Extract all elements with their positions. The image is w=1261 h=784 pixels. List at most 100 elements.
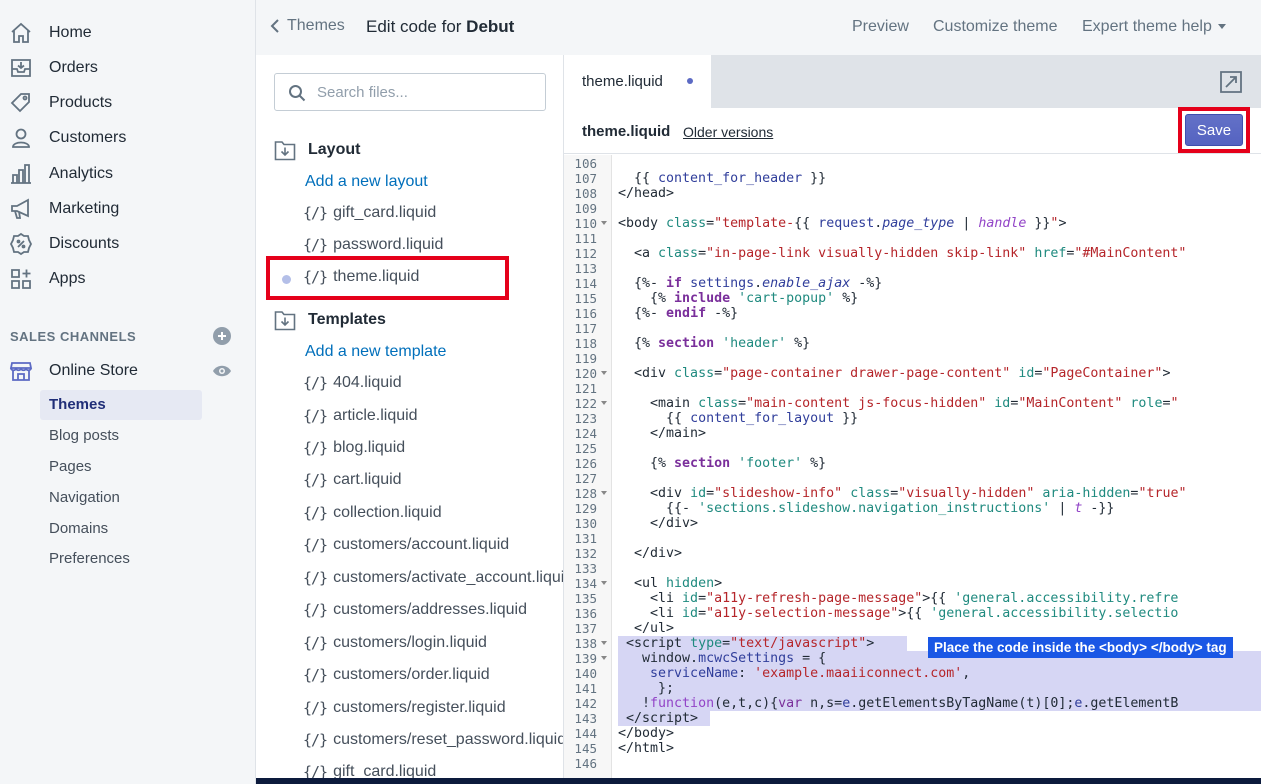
- code-text: </body>: [618, 726, 675, 741]
- code-line: 107 {{ content_for_header }}: [564, 171, 1261, 186]
- file-item[interactable]: {/} blog.liquid: [303, 439, 405, 457]
- fold-arrow-icon[interactable]: [601, 221, 607, 225]
- line-number: 109: [574, 201, 597, 216]
- code-line: 130 </div>: [564, 516, 1261, 531]
- line-number: 124: [574, 426, 597, 441]
- code-line: 109: [564, 201, 1261, 216]
- subnav-pages[interactable]: Pages: [40, 452, 202, 482]
- line-number: 135: [574, 591, 597, 606]
- file-item-label: customers/reset_password.liquid: [333, 731, 564, 748]
- line-number: 118: [574, 336, 597, 351]
- search-files-input[interactable]: [317, 82, 537, 102]
- file-item[interactable]: {/} 404.liquid: [303, 374, 402, 392]
- expert-theme-help-link[interactable]: Expert theme help: [1082, 18, 1212, 36]
- add-new-layout-link[interactable]: Add a new layout: [305, 173, 428, 191]
- eye-icon[interactable]: [212, 363, 232, 379]
- nav-discounts[interactable]: Discounts: [0, 227, 256, 261]
- code-line: 123 {{ content_for_layout }}: [564, 411, 1261, 426]
- nav-customers-label: Customers: [49, 129, 127, 146]
- line-number: 112: [574, 246, 597, 261]
- fold-arrow-icon[interactable]: [601, 371, 607, 375]
- nav-marketing[interactable]: Marketing: [0, 192, 256, 226]
- customize-theme-link[interactable]: Customize theme: [933, 18, 1058, 36]
- nav-apps-label: Apps: [49, 270, 86, 287]
- code-text: {%- if settings.enable_ajax -%}: [618, 276, 883, 291]
- code-text: <script type="text/javascript">: [618, 636, 875, 651]
- subnav-themes[interactable]: Themes: [40, 390, 202, 420]
- code-text: serviceName: 'example.maaiiconnect.com',: [650, 666, 971, 681]
- nav-analytics[interactable]: Analytics: [0, 157, 256, 191]
- fold-arrow-icon[interactable]: [601, 656, 607, 660]
- nav-discounts-label: Discounts: [49, 235, 120, 252]
- code-line: 145 </html>: [564, 741, 1261, 756]
- line-number: 130: [574, 516, 597, 531]
- file-item[interactable]: {/} cart.liquid: [303, 471, 402, 489]
- file-item[interactable]: {/} customers/addresses.liquid: [303, 601, 527, 619]
- file-item[interactable]: {/} gift_card.liquid: [303, 204, 436, 222]
- tab-theme-liquid[interactable]: theme.liquid: [564, 55, 711, 108]
- line-number: 131: [574, 531, 597, 546]
- file-item[interactable]: {/} password.liquid: [303, 236, 443, 254]
- file-item[interactable]: {/} customers/activate_account.liquid: [303, 569, 563, 587]
- code-line: 144 </body>: [564, 726, 1261, 741]
- megaphone-icon: [11, 198, 29, 219]
- code-line: 124 </main>: [564, 426, 1261, 441]
- code-text: {% section 'footer' %}: [618, 456, 827, 471]
- instruction-callout: Place the code inside the <body> </body>…: [928, 637, 1233, 658]
- highlight-box-save: [1178, 107, 1250, 153]
- line-number: 133: [574, 561, 597, 576]
- fold-arrow-icon[interactable]: [601, 401, 607, 405]
- file-item[interactable]: {/} customers/reset_password.liquid: [303, 731, 564, 749]
- code-text: <div id="slideshow-info" class="visually…: [618, 486, 1187, 501]
- code-text: <li id="a11y-selection-message">{{ 'gene…: [618, 606, 1179, 621]
- file-item[interactable]: {/} collection.liquid: [303, 504, 442, 522]
- code-line: 135 <li id="a11y-refresh-page-message">{…: [564, 591, 1261, 606]
- file-item-label: gift_card.liquid: [333, 204, 437, 221]
- code-text: </div>: [618, 546, 683, 561]
- subnav-blog-posts[interactable]: Blog posts: [40, 421, 202, 451]
- chevron-down-icon[interactable]: [1218, 24, 1226, 29]
- code-line: 136 <li id="a11y-selection-message">{{ '…: [564, 606, 1261, 621]
- code-text: </ul>: [618, 621, 675, 636]
- subnav-domains[interactable]: Domains: [40, 514, 202, 544]
- file-browser-panel: Layout Add a new layout {/} gift_card.liq…: [256, 55, 564, 784]
- fold-arrow-icon[interactable]: [601, 581, 607, 585]
- file-item[interactable]: {/} customers/order.liquid: [303, 666, 490, 684]
- file-item-label: customers/login.liquid: [333, 634, 487, 651]
- code-text: <a class="in-page-link visually-hidden s…: [618, 246, 1187, 261]
- file-item[interactable]: {/} customers/register.liquid: [303, 699, 506, 717]
- line-number: 106: [574, 156, 597, 171]
- file-item[interactable]: {/} article.liquid: [303, 407, 418, 425]
- older-versions-link[interactable]: Older versions: [683, 124, 773, 140]
- code-text: </script>: [618, 711, 699, 726]
- file-item[interactable]: {/} customers/account.liquid: [303, 536, 509, 554]
- layout-folder[interactable]: Layout: [274, 139, 360, 161]
- code-area[interactable]: 106 107 {{ content_for_header }} 108 </he…: [564, 155, 1261, 784]
- code-text: {% include 'cart-popup' %}: [618, 291, 859, 306]
- expand-icon[interactable]: [1220, 71, 1242, 93]
- nav-apps[interactable]: Apps: [0, 262, 256, 296]
- add-channel-plus-icon[interactable]: [213, 327, 231, 345]
- nav-home[interactable]: Home: [0, 16, 256, 50]
- preview-link[interactable]: Preview: [852, 18, 909, 36]
- code-line: 137 </ul>: [564, 621, 1261, 636]
- page-title-prefix: Edit code for: [366, 17, 467, 36]
- code-line: 112 <a class="in-page-link visually-hidd…: [564, 246, 1261, 261]
- page-title: Edit code for Debut: [366, 17, 514, 37]
- code-editor-panel: theme.liquid theme.liquid Older versions…: [564, 55, 1261, 784]
- back-to-themes-link[interactable]: Themes: [270, 17, 345, 35]
- file-item[interactable]: {/} customers/login.liquid: [303, 634, 487, 652]
- subnav-preferences[interactable]: Preferences: [40, 544, 202, 574]
- add-new-template-link[interactable]: Add a new template: [305, 343, 446, 361]
- code-text: <main class="main-content js-focus-hidde…: [618, 396, 1179, 411]
- nav-products[interactable]: Products: [0, 86, 256, 120]
- templates-folder[interactable]: Templates: [274, 309, 386, 331]
- nav-customers[interactable]: Customers: [0, 121, 256, 155]
- fold-arrow-icon[interactable]: [601, 491, 607, 495]
- search-files-box[interactable]: [274, 73, 546, 111]
- subnav-navigation[interactable]: Navigation: [40, 483, 202, 513]
- nav-orders[interactable]: Orders: [0, 51, 256, 85]
- fold-arrow-icon[interactable]: [601, 641, 607, 645]
- liquid-file-icon: {/}: [303, 204, 328, 222]
- liquid-file-icon: {/}: [303, 439, 328, 457]
